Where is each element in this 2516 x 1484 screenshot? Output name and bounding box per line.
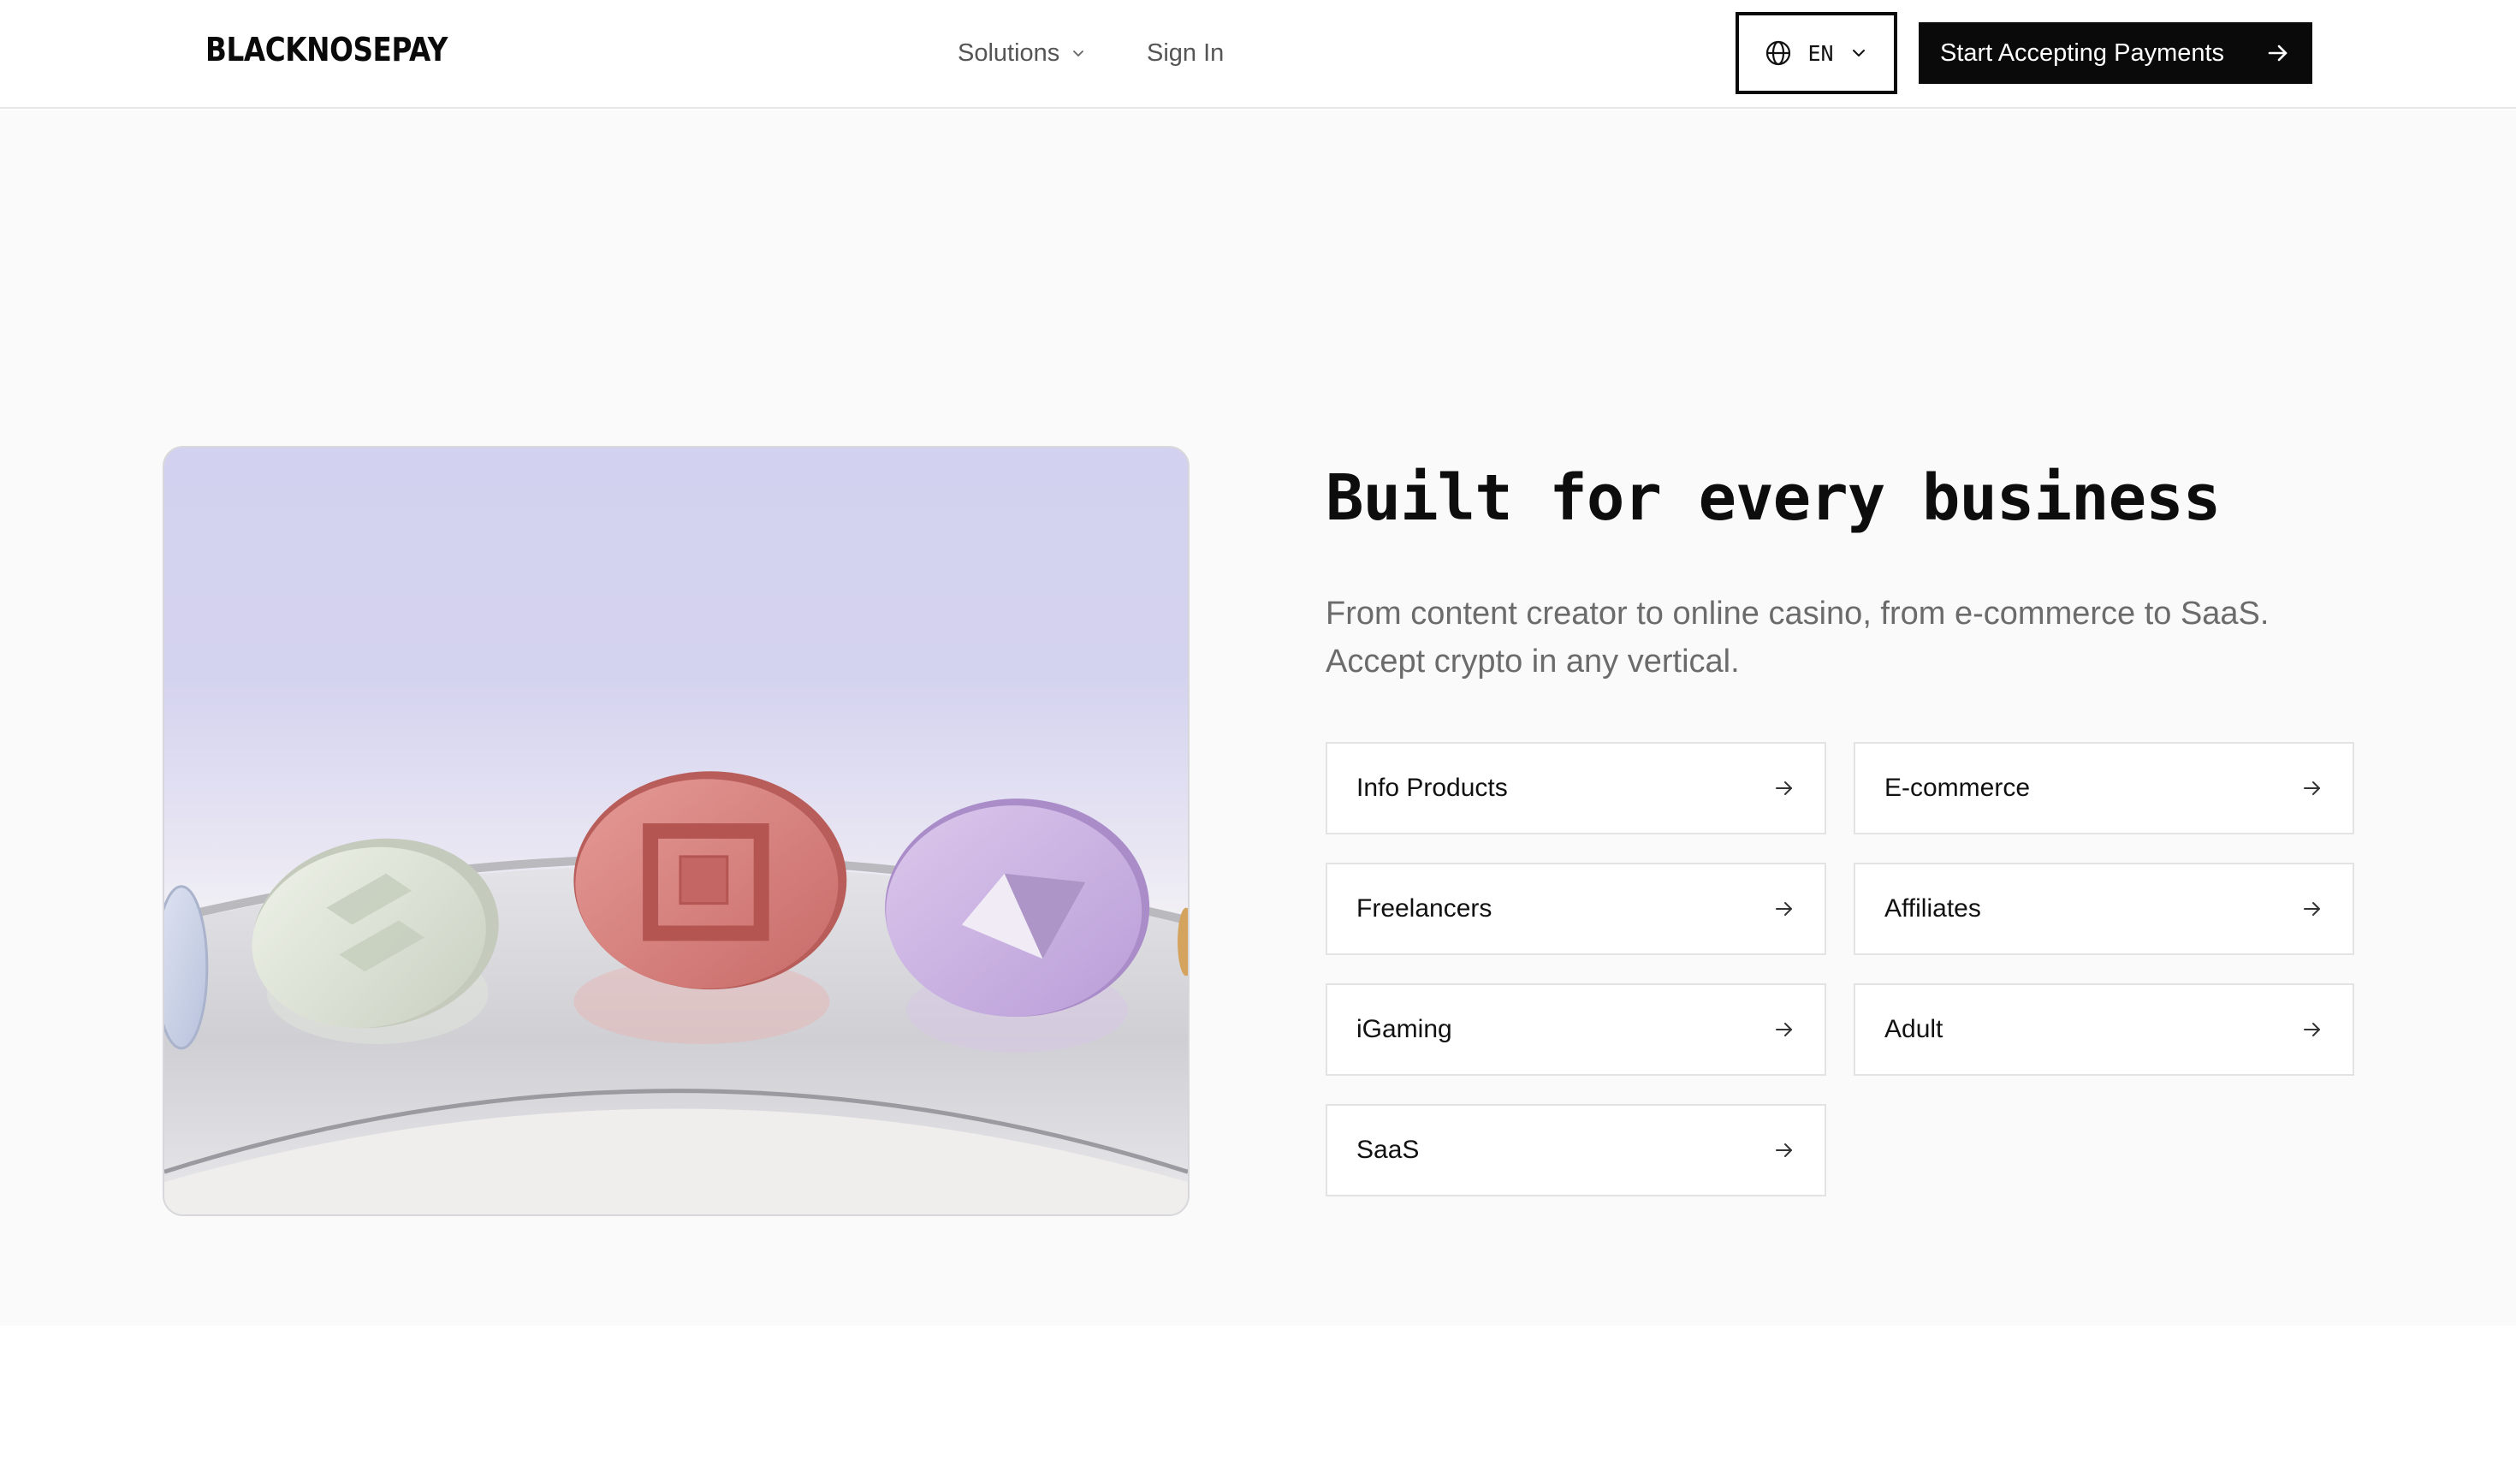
crypto-coins-image (163, 446, 1190, 1216)
vertical-label: Freelancers (1356, 894, 1492, 923)
coins-illustration (164, 771, 1188, 1214)
vertical-label: Affiliates (1884, 894, 1981, 923)
site-header: BLACKNOSEPAY Solutions Sign In EN Start … (0, 0, 2516, 109)
subtitle-line-1: From content creator to online casino, f… (1326, 596, 2270, 632)
arrow-right-icon (2304, 902, 2320, 916)
arrow-right-icon (2268, 45, 2288, 62)
cta-label: Start Accepting Payments (1940, 39, 2225, 67)
verticals-section: Built for every business From content cr… (0, 110, 2516, 1326)
arrow-right-icon (1776, 781, 1792, 795)
vertical-label: Info Products (1356, 774, 1508, 802)
vertical-card-saas[interactable]: SaaS (1326, 1104, 1826, 1196)
vertical-card-affiliates[interactable]: Affiliates (1854, 863, 2354, 955)
vertical-card-freelancers[interactable]: Freelancers (1326, 863, 1826, 955)
arrow-right-icon (1776, 1143, 1792, 1157)
vertical-card-e-commerce[interactable]: E-commerce (1854, 742, 2354, 834)
arrow-right-icon (1776, 1023, 1792, 1036)
chevron-down-icon (1073, 50, 1084, 56)
chevron-down-icon (1852, 50, 1865, 56)
subtitle-line-2: Accept crypto in any vertical. (1326, 644, 1740, 680)
vertical-label: Adult (1884, 1015, 1943, 1043)
verticals-grid: Info Products E-commerce Freelancers Aff… (1326, 742, 2354, 1196)
vertical-label: E-commerce (1884, 774, 2031, 802)
language-selector[interactable]: EN (1736, 12, 1897, 94)
start-accepting-payments-button[interactable]: Start Accepting Payments (1919, 22, 2312, 84)
vertical-label: iGaming (1356, 1015, 1452, 1043)
nav-solutions-label: Solutions (958, 39, 1060, 67)
language-code: EN (1807, 40, 1834, 66)
arrow-right-icon (2304, 1023, 2320, 1036)
arrow-right-icon (2304, 781, 2320, 795)
vertical-label: SaaS (1356, 1136, 1420, 1164)
arrow-right-icon (1776, 902, 1792, 916)
globe-icon (1766, 40, 1791, 66)
nav-solutions-dropdown[interactable]: Solutions (958, 34, 1087, 72)
vertical-card-adult[interactable]: Adult (1854, 983, 2354, 1076)
nav-sign-in-link[interactable]: Sign In (1147, 34, 1224, 72)
vertical-card-info-products[interactable]: Info Products (1326, 742, 1826, 834)
vertical-card-igaming[interactable]: iGaming (1326, 983, 1826, 1076)
section-title: Built for every business (1326, 461, 2221, 535)
brand-logo[interactable]: BLACKNOSEPAY (205, 31, 448, 68)
section-subtitle: From content creator to online casino, f… (1326, 590, 2395, 686)
